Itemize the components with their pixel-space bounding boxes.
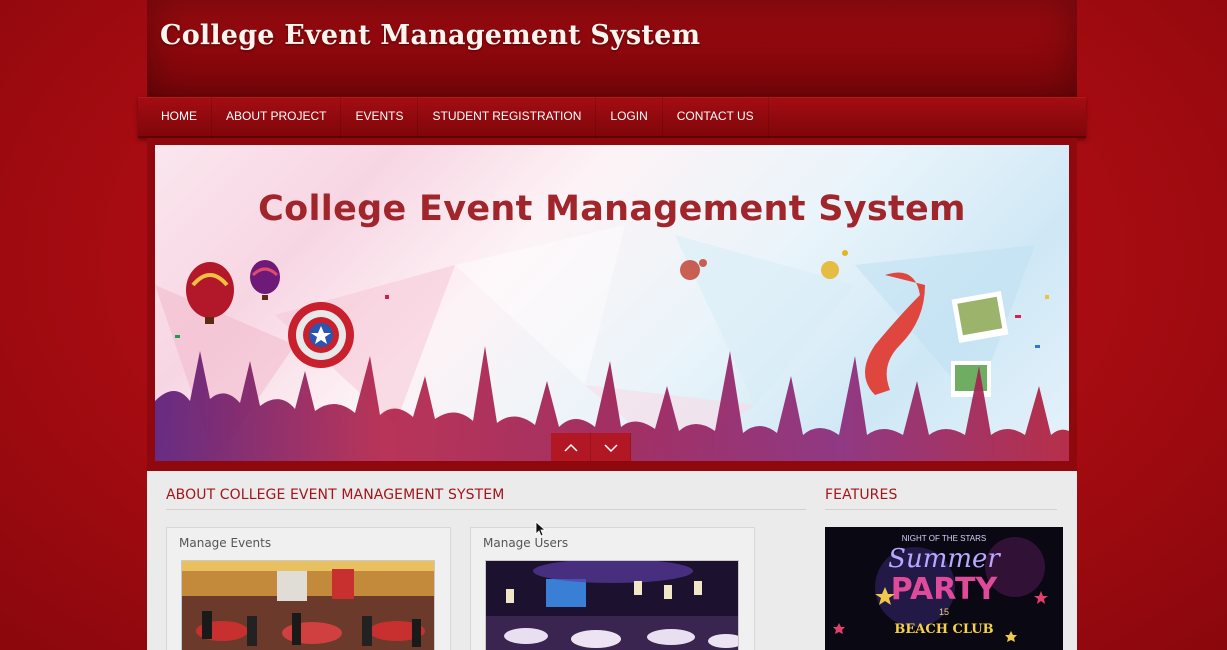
- event-hall-image: [181, 560, 435, 650]
- site-title: College Event Management System: [160, 20, 701, 51]
- about-heading: ABOUT COLLEGE EVENT MANAGEMENT SYSTEM: [166, 487, 505, 503]
- hero-banner: College Event Management System: [155, 145, 1069, 461]
- nav-student-registration[interactable]: STUDENT REGISTRATION: [418, 96, 597, 138]
- nav-home[interactable]: HOME: [147, 96, 212, 138]
- slider-controls: [551, 433, 631, 461]
- poster-top-line: NIGHT OF THE STARS: [902, 534, 986, 543]
- banner-frame: College Event Management System: [147, 138, 1077, 471]
- features-heading-rule: [825, 509, 1057, 510]
- summer-party-poster: NIGHT OF THE STARS Summer PARTY 15 BEACH…: [825, 527, 1063, 650]
- poster-main-line: PARTY: [891, 572, 999, 607]
- nav-contact-us[interactable]: CONTACT US: [663, 96, 769, 138]
- page-wrapper: College Event Management System HOME ABO…: [138, 0, 1086, 650]
- content-area: ABOUT COLLEGE EVENT MANAGEMENT SYSTEM FE…: [147, 471, 1077, 650]
- chevron-up-icon[interactable]: [551, 433, 591, 461]
- banquet-hall-image: [485, 560, 739, 650]
- about-heading-rule: [166, 509, 806, 510]
- chevron-down-icon[interactable]: [591, 433, 631, 461]
- banner-title: College Event Management System: [258, 189, 966, 229]
- poster-script-line: Summer: [888, 544, 1001, 574]
- poster-number: 15: [939, 607, 949, 617]
- mouse-cursor-icon: [535, 521, 547, 537]
- hot-air-balloon-small-icon: [250, 260, 280, 300]
- card-manage-users[interactable]: Manage Users: [470, 527, 755, 650]
- main-nav: HOME ABOUT PROJECT EVENTS STUDENT REGIST…: [138, 96, 1086, 138]
- nav-login[interactable]: LOGIN: [596, 96, 663, 138]
- nav-about-project[interactable]: ABOUT PROJECT: [212, 96, 342, 138]
- nav-events[interactable]: EVENTS: [341, 96, 419, 138]
- site-header: College Event Management System: [147, 0, 1077, 97]
- features-heading: FEATURES: [825, 487, 898, 503]
- card-title: Manage Events: [179, 536, 272, 550]
- card-manage-events[interactable]: Manage Events: [166, 527, 451, 650]
- card-title: Manage Users: [483, 536, 569, 550]
- poster-club-line: BEACH CLUB: [894, 622, 993, 637]
